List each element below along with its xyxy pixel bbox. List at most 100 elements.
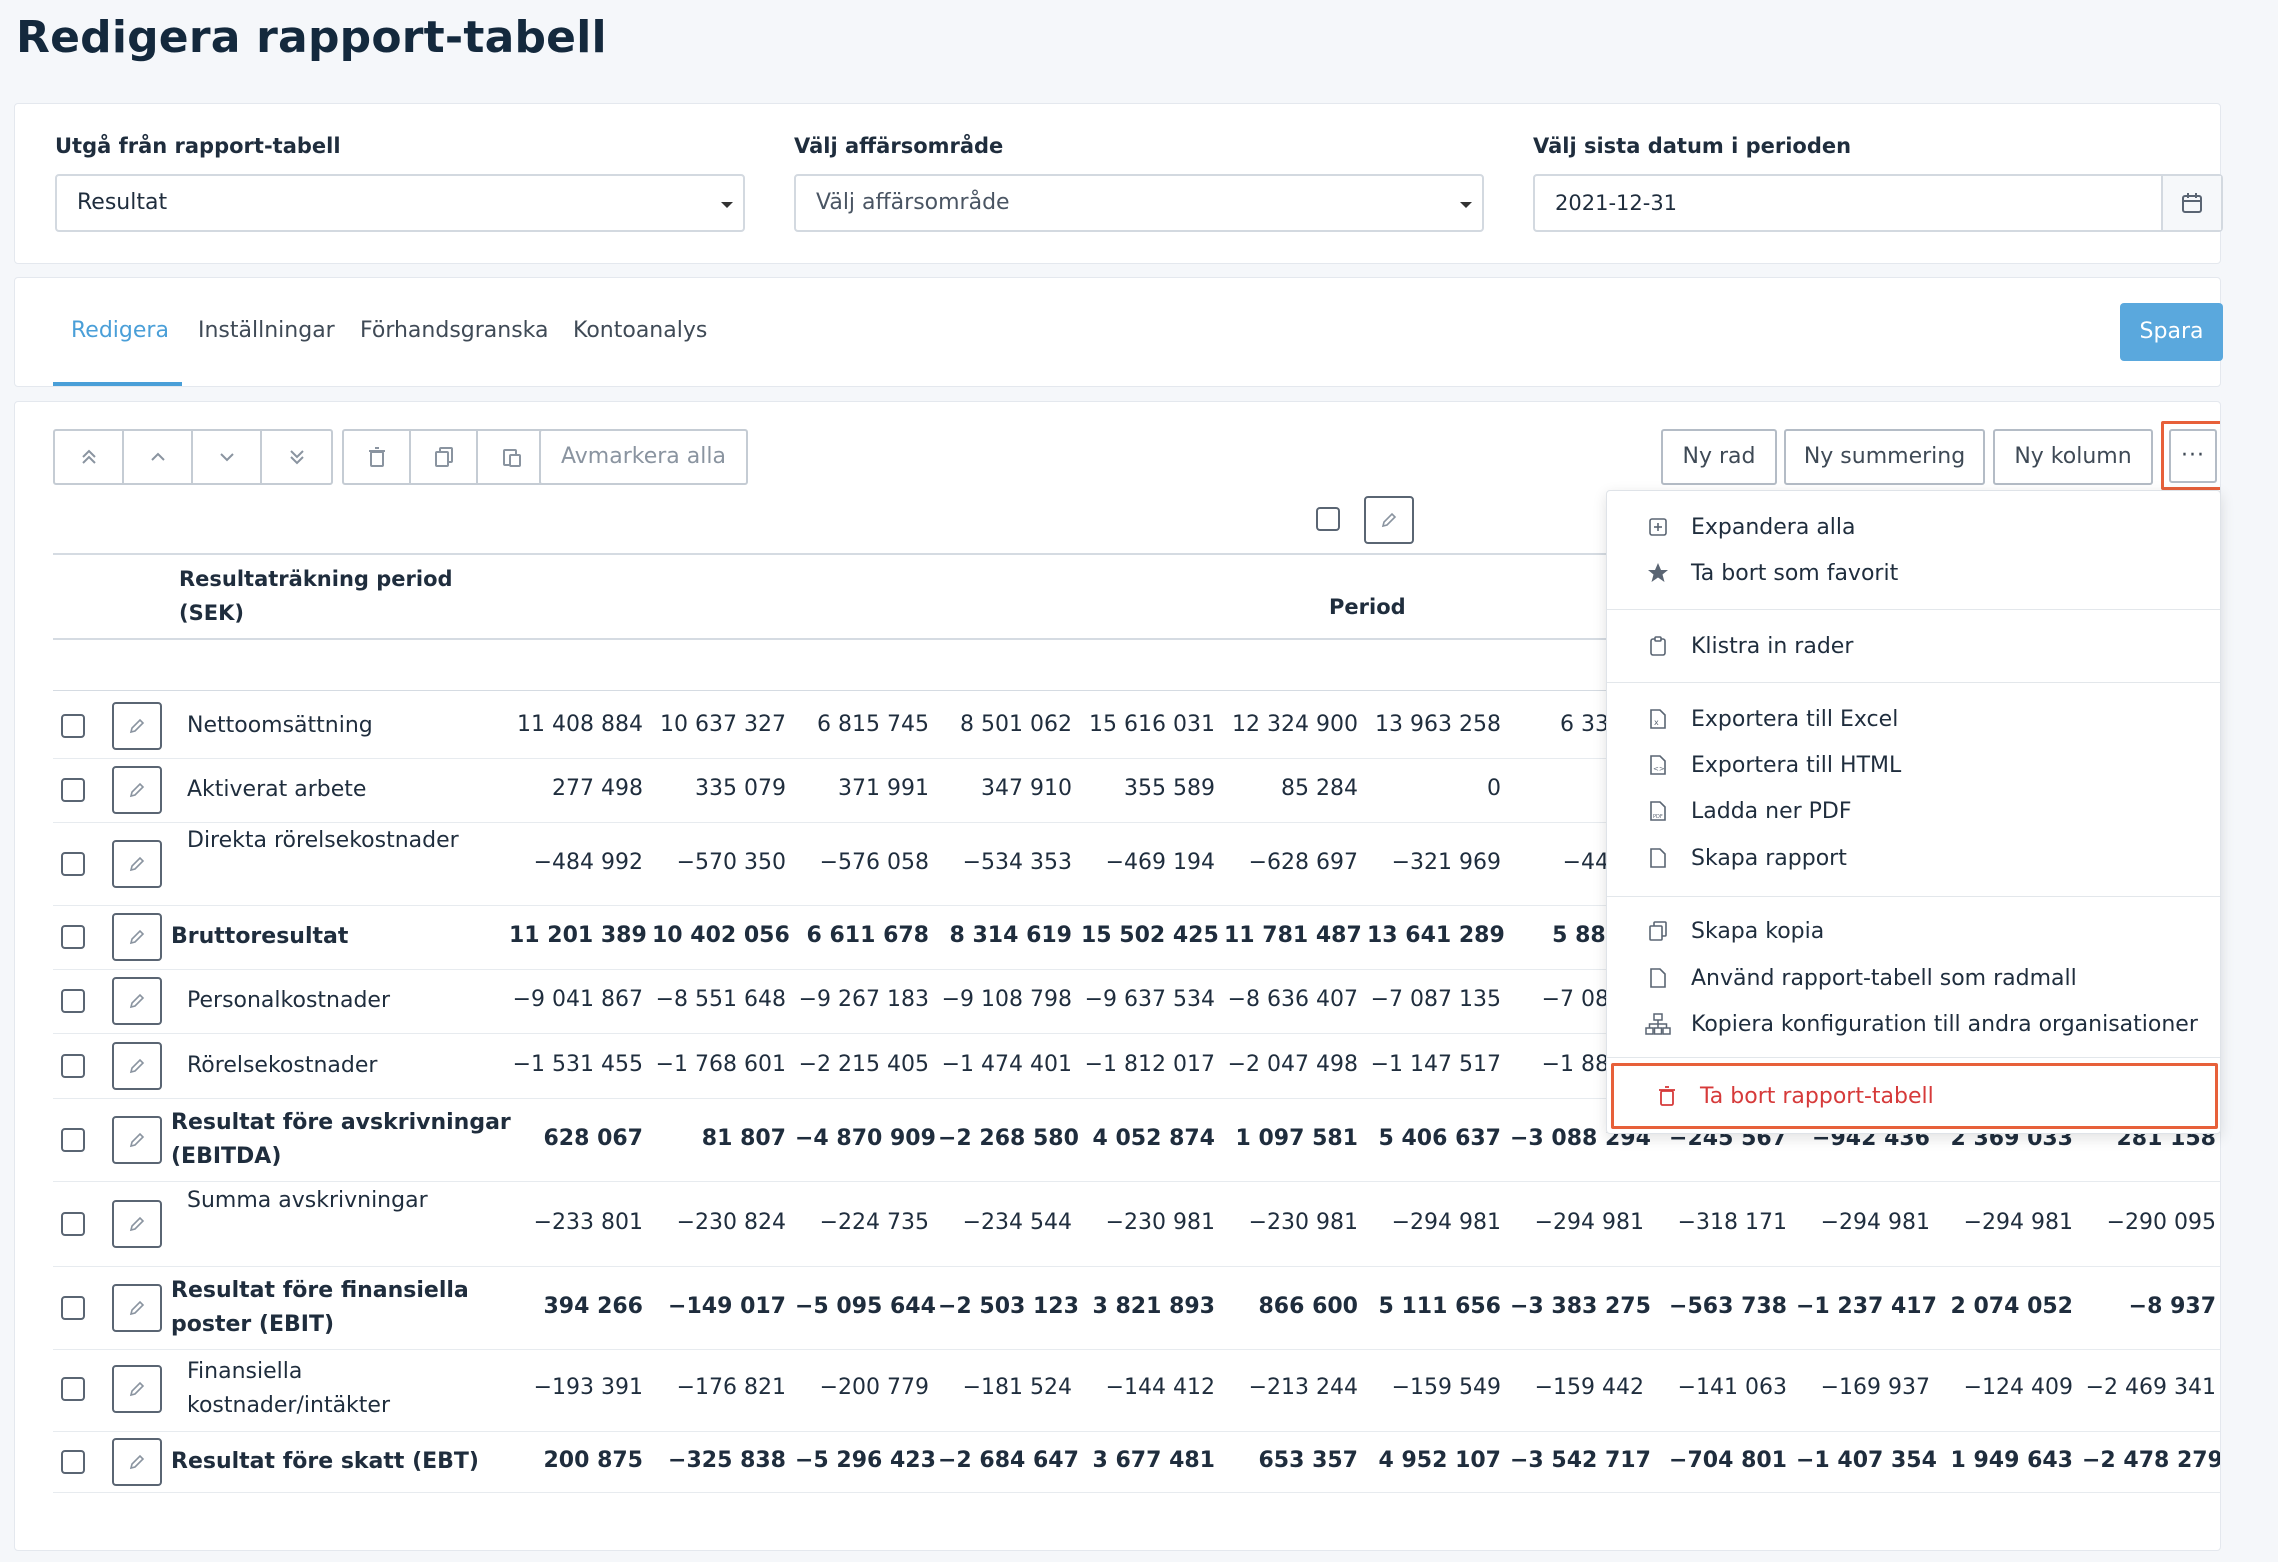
table-cell[interactable]: −7 087 135 bbox=[1367, 987, 1501, 1012]
row-edit-button[interactable] bbox=[112, 702, 162, 750]
table-cell[interactable]: −149 017 bbox=[652, 1294, 786, 1319]
table-cell[interactable]: −176 821 bbox=[652, 1375, 786, 1400]
table-cell[interactable]: −233 801 bbox=[509, 1210, 643, 1235]
table-cell[interactable]: −628 697 bbox=[1224, 850, 1358, 875]
table-cell[interactable]: 4 952 107 bbox=[1367, 1448, 1501, 1473]
table-cell[interactable]: 394 266 bbox=[509, 1294, 643, 1319]
column-checkbox[interactable] bbox=[1316, 507, 1340, 531]
table-cell[interactable]: 653 357 bbox=[1224, 1448, 1358, 1473]
table-cell[interactable]: −534 353 bbox=[938, 850, 1072, 875]
table-cell[interactable]: −8 636 407 bbox=[1224, 987, 1358, 1012]
table-cell[interactable]: −159 442 bbox=[1510, 1375, 1644, 1400]
row-checkbox[interactable] bbox=[61, 1054, 85, 1078]
table-cell[interactable]: −469 194 bbox=[1081, 850, 1215, 875]
table-cell[interactable]: 12 324 900 bbox=[1224, 712, 1358, 737]
table-cell[interactable]: 10 637 327 bbox=[652, 712, 786, 737]
table-cell[interactable]: 10 402 056 bbox=[652, 923, 790, 948]
move-up-button[interactable] bbox=[124, 431, 193, 483]
new-row-button[interactable]: Ny rad bbox=[1661, 429, 1777, 485]
table-cell[interactable]: 5 406 637 bbox=[1367, 1126, 1501, 1151]
table-cell[interactable]: −230 981 bbox=[1081, 1210, 1215, 1235]
paste-rows-button[interactable] bbox=[478, 431, 545, 483]
move-bottom-button[interactable] bbox=[262, 431, 331, 483]
table-cell[interactable]: −8 551 648 bbox=[652, 987, 786, 1012]
table-cell[interactable]: 13 963 258 bbox=[1367, 712, 1501, 737]
table-cell[interactable]: −200 779 bbox=[795, 1375, 929, 1400]
table-cell[interactable]: 1 949 643 bbox=[1939, 1448, 2073, 1473]
table-cell[interactable]: 3 821 893 bbox=[1081, 1294, 1215, 1319]
table-cell[interactable]: 11 781 487 bbox=[1224, 923, 1362, 948]
row-checkbox[interactable] bbox=[61, 1377, 85, 1401]
table-cell[interactable]: −5 095 644 bbox=[795, 1294, 936, 1319]
row-checkbox[interactable] bbox=[61, 1296, 85, 1320]
table-cell[interactable]: 11 201 389 bbox=[509, 923, 647, 948]
table-cell[interactable]: −193 391 bbox=[509, 1375, 643, 1400]
table-cell[interactable]: 335 079 bbox=[652, 776, 786, 801]
save-button[interactable]: Spara bbox=[2120, 303, 2223, 361]
table-cell[interactable]: −159 549 bbox=[1367, 1375, 1501, 1400]
row-edit-button[interactable] bbox=[112, 840, 162, 888]
table-cell[interactable]: −213 244 bbox=[1224, 1375, 1358, 1400]
row-checkbox[interactable] bbox=[61, 925, 85, 949]
more-options-button[interactable]: ··· bbox=[2161, 421, 2220, 490]
menu-item-remove-favorite[interactable]: Ta bort som favorit bbox=[1607, 551, 2220, 595]
table-cell[interactable]: −9 108 798 bbox=[938, 987, 1072, 1012]
table-cell[interactable]: 4 052 874 bbox=[1081, 1126, 1215, 1151]
row-edit-button[interactable] bbox=[112, 1200, 162, 1248]
table-cell[interactable]: −2 478 279 bbox=[2082, 1448, 2220, 1473]
row-checkbox[interactable] bbox=[61, 1212, 85, 1236]
table-cell[interactable]: −9 041 867 bbox=[509, 987, 643, 1012]
table-cell[interactable]: 2 074 052 bbox=[1939, 1294, 2073, 1319]
table-cell[interactable]: −576 058 bbox=[795, 850, 929, 875]
tab-forhandsgranska[interactable]: Förhandsgranska bbox=[360, 318, 549, 343]
table-cell[interactable]: −2 469 341 bbox=[2082, 1375, 2216, 1400]
table-cell[interactable]: 371 991 bbox=[795, 776, 929, 801]
table-cell[interactable]: −2 684 647 bbox=[938, 1448, 1079, 1473]
table-cell[interactable]: 200 875 bbox=[509, 1448, 643, 1473]
row-edit-button[interactable] bbox=[112, 1042, 162, 1090]
table-cell[interactable]: 3 677 481 bbox=[1081, 1448, 1215, 1473]
row-checkbox[interactable] bbox=[61, 989, 85, 1013]
table-cell[interactable]: −2 215 405 bbox=[795, 1052, 929, 1077]
table-cell[interactable]: −2 503 123 bbox=[938, 1294, 1079, 1319]
table-cell[interactable]: −570 350 bbox=[652, 850, 786, 875]
table-cell[interactable]: −484 992 bbox=[509, 850, 643, 875]
table-cell[interactable]: −169 937 bbox=[1796, 1375, 1930, 1400]
row-checkbox[interactable] bbox=[61, 778, 85, 802]
table-cell[interactable]: −1 531 455 bbox=[509, 1052, 643, 1077]
row-checkbox[interactable] bbox=[61, 1450, 85, 1474]
table-cell[interactable]: 11 408 884 bbox=[509, 712, 643, 737]
menu-item-export-html[interactable]: <> Exportera till HTML bbox=[1607, 743, 2220, 787]
row-edit-button[interactable] bbox=[112, 913, 162, 961]
row-edit-button[interactable] bbox=[112, 977, 162, 1025]
table-cell[interactable]: −9 637 534 bbox=[1081, 987, 1215, 1012]
table-cell[interactable]: 15 502 425 bbox=[1081, 923, 1219, 948]
table-cell[interactable]: −224 735 bbox=[795, 1210, 929, 1235]
table-cell[interactable]: −2 268 580 bbox=[938, 1126, 1079, 1151]
table-cell[interactable]: −141 063 bbox=[1653, 1375, 1787, 1400]
deselect-all-button[interactable]: Avmarkera alla bbox=[539, 429, 748, 485]
row-edit-button[interactable] bbox=[112, 1438, 162, 1486]
table-cell[interactable]: −230 824 bbox=[652, 1210, 786, 1235]
table-cell[interactable]: −1 812 017 bbox=[1081, 1052, 1215, 1077]
menu-item-download-pdf[interactable]: PDF Ladda ner PDF bbox=[1607, 789, 2220, 833]
table-cell[interactable]: −290 095 bbox=[2082, 1210, 2216, 1235]
new-summary-button[interactable]: Ny summering bbox=[1784, 429, 1985, 485]
table-cell[interactable]: 5 111 656 bbox=[1367, 1294, 1501, 1319]
table-cell[interactable]: −294 981 bbox=[1510, 1210, 1644, 1235]
new-column-button[interactable]: Ny kolumn bbox=[1993, 429, 2153, 485]
table-cell[interactable]: −294 981 bbox=[1367, 1210, 1501, 1235]
table-cell[interactable]: −1 237 417 bbox=[1796, 1294, 1937, 1319]
table-cell[interactable]: 355 589 bbox=[1081, 776, 1215, 801]
menu-item-export-excel[interactable]: x Exportera till Excel bbox=[1607, 697, 2220, 741]
table-cell[interactable]: −8 937 bbox=[2082, 1294, 2216, 1319]
table-cell[interactable]: −181 524 bbox=[938, 1375, 1072, 1400]
table-cell[interactable]: −1 147 517 bbox=[1367, 1052, 1501, 1077]
move-top-button[interactable] bbox=[55, 431, 124, 483]
column-edit-button[interactable] bbox=[1364, 496, 1414, 544]
copy-rows-button[interactable] bbox=[411, 431, 478, 483]
row-edit-button[interactable] bbox=[112, 1284, 162, 1332]
tab-kontoanalys[interactable]: Kontoanalys bbox=[573, 318, 707, 343]
table-cell[interactable]: −230 981 bbox=[1224, 1210, 1358, 1235]
table-cell[interactable]: 8 314 619 bbox=[938, 923, 1072, 948]
